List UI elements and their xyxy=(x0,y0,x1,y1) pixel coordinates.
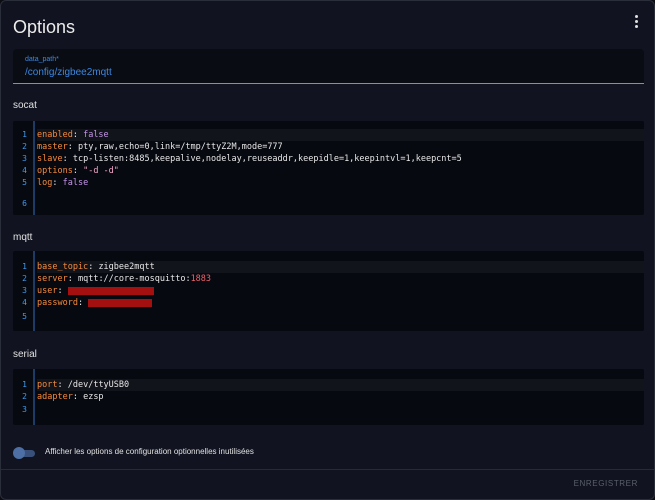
line-number: 6 xyxy=(22,199,27,208)
line-number: 1 xyxy=(22,380,27,389)
data-path-label: data_path* xyxy=(25,56,59,63)
code-line[interactable]: log: false xyxy=(37,177,644,189)
line-number: 3 xyxy=(22,405,27,414)
code-line[interactable]: base_topic: zigbee2mqtt xyxy=(37,261,644,273)
serial-code-editor[interactable]: 1 2 3 port: /dev/ttyUSB0 adapter: ezsp xyxy=(13,369,644,425)
gutter-border xyxy=(33,121,35,215)
line-number: 1 xyxy=(22,262,27,271)
toggle-thumb xyxy=(13,447,25,459)
line-number: 3 xyxy=(22,154,27,163)
line-number: 2 xyxy=(22,142,27,151)
socat-code-editor[interactable]: 1 2 3 4 5 6 enabled: false master: pty,r… xyxy=(13,121,644,215)
line-gutter: 1 2 3 4 5 6 xyxy=(13,121,33,215)
toggle-label: Afficher les options de configuration op… xyxy=(45,447,254,456)
line-number: 2 xyxy=(22,392,27,401)
redacted-user xyxy=(67,286,154,295)
line-number: 2 xyxy=(22,274,27,283)
line-number: 5 xyxy=(22,312,27,321)
code-line[interactable]: options: "-d -d" xyxy=(37,165,644,177)
line-gutter: 1 2 3 4 5 xyxy=(13,251,33,331)
code-line[interactable]: server: mqtt://core-mosquitto:1883 xyxy=(37,273,644,285)
more-options-icon[interactable] xyxy=(626,11,646,31)
data-path-input[interactable]: /config/zigbee2mqtt xyxy=(25,67,112,78)
code-line[interactable]: user: xyxy=(37,285,644,297)
footer-divider xyxy=(1,469,654,470)
code-line[interactable]: adapter: ezsp xyxy=(37,391,644,403)
page-title: Options xyxy=(13,17,76,37)
line-number: 5 xyxy=(22,178,27,187)
code-line[interactable]: enabled: false xyxy=(37,129,644,141)
show-optional-toggle[interactable] xyxy=(13,447,35,459)
line-number: 4 xyxy=(22,166,27,175)
code-line[interactable]: port: /dev/ttyUSB0 xyxy=(37,379,644,391)
gutter-border xyxy=(33,251,35,331)
gutter-border xyxy=(33,369,35,425)
mqtt-code-editor[interactable]: 1 2 3 4 5 base_topic: zigbee2mqtt server… xyxy=(13,251,644,331)
save-button[interactable]: ENREGISTRER xyxy=(574,479,638,488)
code-line[interactable]: slave: tcp-listen:8485,keepalive,nodelay… xyxy=(37,153,644,165)
line-gutter: 1 2 3 xyxy=(13,369,33,425)
options-card: Options data_path* /config/zigbee2mqtt s… xyxy=(0,0,655,500)
line-number: 1 xyxy=(22,130,27,139)
code-line[interactable]: master: pty,raw,echo=0,link=/tmp/ttyZ2M,… xyxy=(37,141,644,153)
section-title-serial: serial xyxy=(13,349,37,360)
section-title-socat: socat xyxy=(13,100,37,111)
line-number: 3 xyxy=(22,286,27,295)
code-line[interactable]: password: xyxy=(37,297,644,309)
redacted-password xyxy=(88,298,153,307)
section-title-mqtt: mqtt xyxy=(13,232,33,243)
line-number: 4 xyxy=(22,298,27,307)
data-path-field[interactable]: data_path* /config/zigbee2mqtt xyxy=(13,49,644,84)
